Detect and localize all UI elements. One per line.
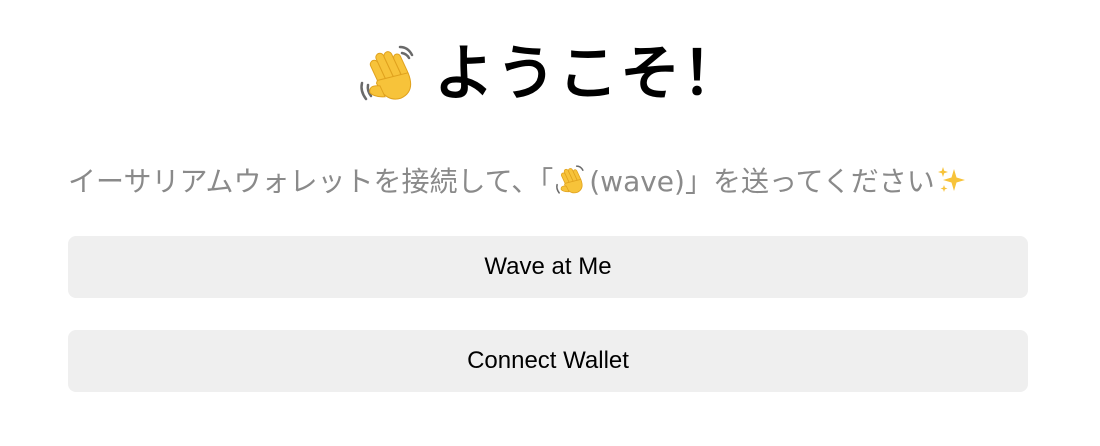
header: ようこそ！	[0, 38, 1100, 110]
page-title: ようこそ！	[434, 39, 744, 109]
waving-hand-icon	[554, 163, 588, 197]
sparkles-icon	[937, 165, 967, 195]
wave-at-me-button[interactable]: Wave at Me	[68, 236, 1028, 298]
intro-text-before: イーサリアムウォレットを接続して、「	[68, 165, 554, 198]
intro-text-after: (wave)」を送ってください	[589, 165, 935, 198]
page: ようこそ！ イーサリアムウォレットを接続して、「 (wave)」を送ってください	[0, 0, 1100, 446]
intro-text: イーサリアムウォレットを接続して、「 (wave)」を送ってください	[68, 160, 1048, 200]
connect-wallet-button[interactable]: Connect Wallet	[68, 330, 1028, 392]
waving-hand-icon	[356, 41, 422, 107]
